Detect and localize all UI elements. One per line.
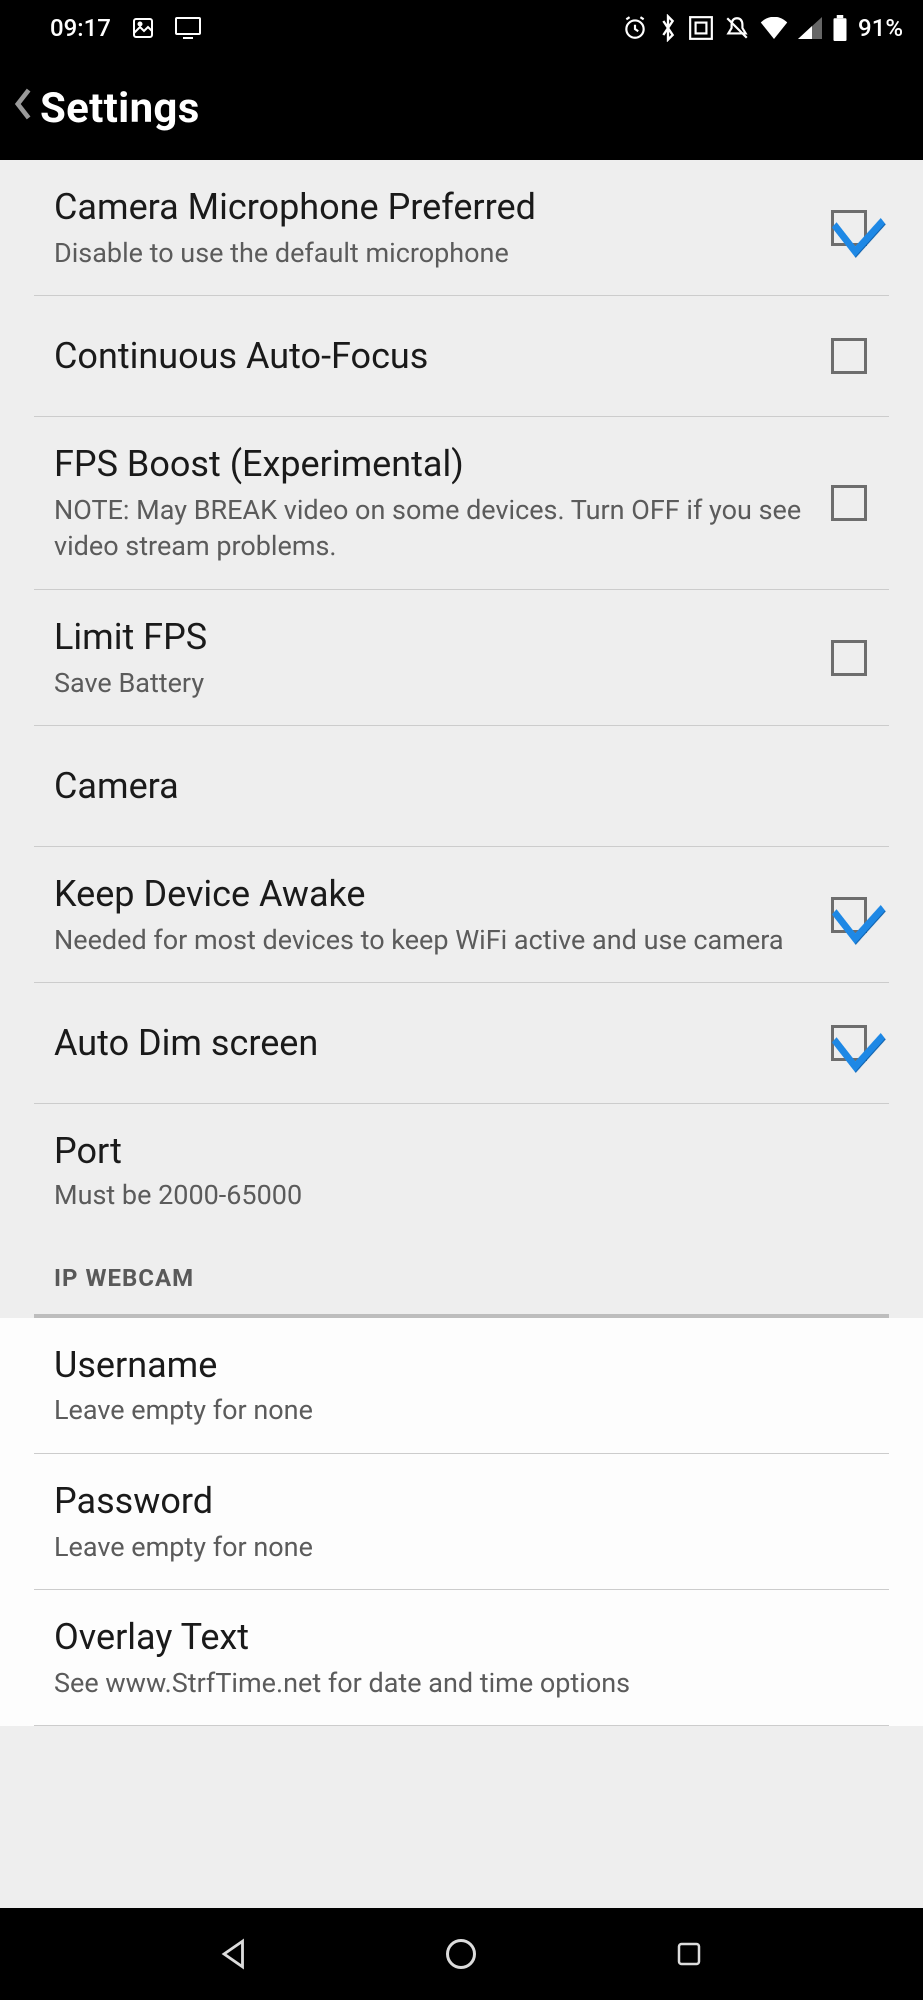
pref-sub: Disable to use the default microphone — [54, 235, 811, 271]
pref-keep-awake[interactable]: Keep Device Awake Needed for most device… — [0, 847, 923, 982]
signal-icon — [798, 17, 822, 39]
pref-title: Overlay Text — [54, 1614, 873, 1661]
pref-title: Username — [54, 1342, 873, 1389]
pref-username[interactable]: Username Leave empty for none — [0, 1318, 923, 1453]
checkbox[interactable] — [831, 1025, 867, 1061]
bluetooth-icon — [658, 14, 678, 42]
pref-title: Limit FPS — [54, 614, 811, 661]
pref-port[interactable]: Port Must be 2000-65000 — [0, 1104, 923, 1233]
pref-title: Auto Dim screen — [54, 1020, 811, 1067]
pref-title: FPS Boost (Experimental) — [54, 441, 811, 488]
pref-camera[interactable]: Camera — [0, 726, 923, 846]
pref-sub: Leave empty for none — [54, 1392, 873, 1428]
nav-back-button[interactable] — [214, 1934, 254, 1974]
back-icon[interactable] — [8, 87, 40, 130]
pref-sub: NOTE: May BREAK video on some devices. T… — [54, 492, 811, 565]
wifi-icon — [760, 17, 788, 39]
pref-title: Continuous Auto-Focus — [54, 333, 811, 380]
status-bar: 09:17 91% — [0, 0, 923, 56]
status-time: 09:17 — [50, 14, 111, 42]
pref-continuous-autofocus[interactable]: Continuous Auto-Focus — [0, 296, 923, 416]
nav-home-button[interactable] — [441, 1934, 481, 1974]
pref-sub: Needed for most devices to keep WiFi act… — [54, 922, 811, 958]
pref-sub: Save Battery — [54, 665, 811, 701]
pref-camera-microphone[interactable]: Camera Microphone Preferred Disable to u… — [0, 160, 923, 295]
divider — [34, 1725, 889, 1726]
section-ip-webcam: IP WEBCAM — [0, 1234, 923, 1306]
pref-sub: See www.StrfTime.net for date and time o… — [54, 1665, 873, 1701]
pref-overlay-text[interactable]: Overlay Text See www.StrfTime.net for da… — [0, 1590, 923, 1725]
checkbox[interactable] — [831, 640, 867, 676]
navigation-bar — [0, 1908, 923, 2000]
pref-auto-dim[interactable]: Auto Dim screen — [0, 983, 923, 1103]
nav-recent-button[interactable] — [669, 1934, 709, 1974]
pref-title: Port — [54, 1128, 873, 1175]
cast-icon — [175, 17, 201, 39]
section-label: IP WEBCAM — [54, 1264, 869, 1292]
pref-sub: Must be 2000-65000 — [54, 1177, 873, 1213]
mute-icon — [724, 15, 750, 41]
pref-limit-fps[interactable]: Limit FPS Save Battery — [0, 590, 923, 725]
checkbox[interactable] — [831, 897, 867, 933]
pref-fps-boost[interactable]: FPS Boost (Experimental) NOTE: May BREAK… — [0, 417, 923, 589]
page-title: Settings — [40, 84, 200, 133]
settings-list: Camera Microphone Preferred Disable to u… — [0, 160, 923, 1908]
battery-icon — [832, 15, 848, 41]
image-icon — [131, 16, 155, 40]
checkbox[interactable] — [831, 338, 867, 374]
app-bar: Settings — [0, 56, 923, 160]
nfc-icon — [688, 15, 714, 41]
pref-title: Camera Microphone Preferred — [54, 184, 811, 231]
pref-password[interactable]: Password Leave empty for none — [0, 1454, 923, 1589]
pref-sub: Leave empty for none — [54, 1529, 873, 1565]
checkbox[interactable] — [831, 210, 867, 246]
alarm-icon — [622, 15, 648, 41]
pref-title: Keep Device Awake — [54, 871, 811, 918]
battery-text: 91% — [858, 14, 903, 42]
pref-title: Camera — [54, 763, 873, 810]
checkbox[interactable] — [831, 485, 867, 521]
pref-title: Password — [54, 1478, 873, 1525]
